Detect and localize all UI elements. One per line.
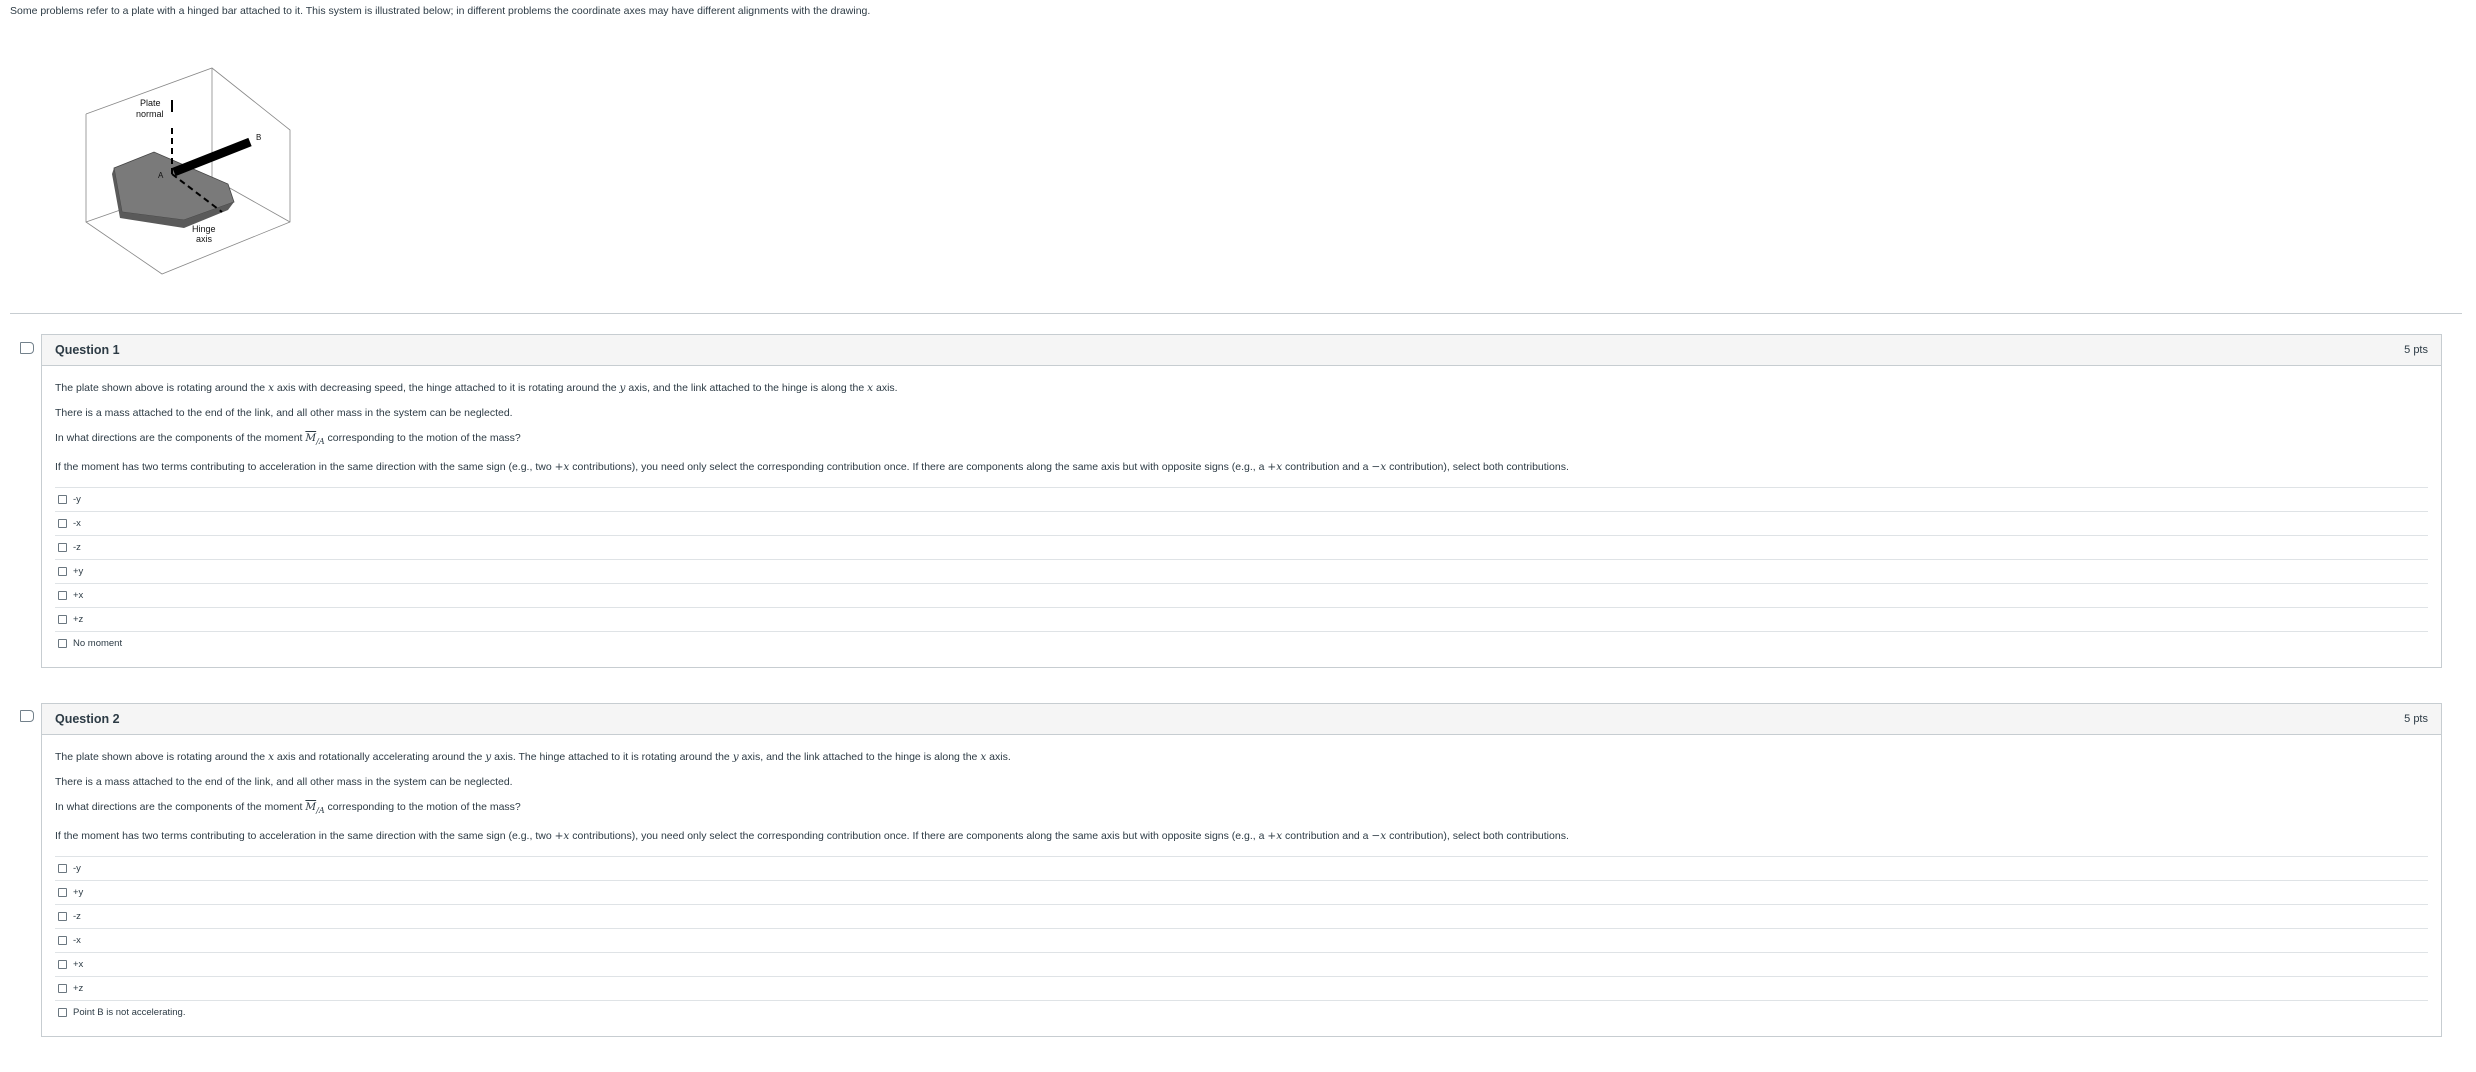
checkbox-icon[interactable] — [58, 912, 67, 922]
answer-option[interactable]: -z — [55, 905, 2428, 930]
question-text: The plate shown above is rotating around… — [55, 382, 1569, 474]
intro-text: Some problems refer to a plate with a hi… — [10, 5, 871, 17]
checkbox-icon[interactable] — [58, 495, 67, 505]
answer-option[interactable]: +y — [55, 881, 2428, 906]
question-1: Question 1 5 pts The plate shown above i… — [41, 334, 2442, 669]
answer-option[interactable]: -x — [55, 929, 2428, 954]
answer-option[interactable]: No moment — [55, 632, 2428, 655]
checkbox-icon[interactable] — [58, 888, 67, 898]
answer-option[interactable]: Point B is not accelerating. — [55, 1001, 2428, 1024]
question-title: Question 1 — [55, 343, 120, 357]
question-points: 5 pts — [2404, 344, 2428, 356]
question-text: The plate shown above is rotating around… — [55, 751, 1569, 843]
answer-option[interactable]: +z — [55, 977, 2428, 1002]
question-2-header: Question 2 5 pts — [42, 704, 2441, 735]
plate-normal-label-2: normal — [136, 109, 164, 119]
checkbox-icon[interactable] — [58, 591, 67, 601]
checkbox-icon[interactable] — [58, 864, 67, 874]
question-1-header: Question 1 5 pts — [42, 335, 2441, 366]
checkbox-icon[interactable] — [58, 984, 67, 994]
checkbox-icon[interactable] — [58, 960, 67, 970]
checkbox-icon[interactable] — [58, 639, 67, 649]
point-a-label: A — [158, 171, 164, 180]
checkbox-icon[interactable] — [58, 1008, 67, 1018]
answer-list: -y +y -z -x +x +z Point B is not acceler… — [55, 856, 2428, 1024]
checkbox-icon[interactable] — [58, 519, 67, 529]
answer-option[interactable]: -z — [55, 536, 2428, 561]
plate-normal-label-1: Plate — [140, 98, 161, 108]
checkbox-icon[interactable] — [58, 543, 67, 553]
answer-option[interactable]: +y — [55, 560, 2428, 585]
plate-hinge-figure: Plate normal Hinge axis A B — [85, 67, 291, 275]
checkbox-icon[interactable] — [58, 936, 67, 946]
checkbox-icon[interactable] — [58, 567, 67, 577]
answer-option[interactable]: -y — [55, 488, 2428, 513]
flag-question-1-icon[interactable] — [20, 342, 34, 354]
answer-option[interactable]: +z — [55, 608, 2428, 633]
question-title: Question 2 — [55, 712, 120, 726]
answer-option[interactable]: -x — [55, 512, 2428, 537]
answer-list: -y -x -z +y +x +z No moment — [55, 487, 2428, 655]
answer-option[interactable]: +x — [55, 584, 2428, 609]
question-points: 5 pts — [2404, 713, 2428, 725]
answer-option[interactable]: -y — [55, 857, 2428, 882]
point-b-label: B — [256, 133, 261, 142]
answer-option[interactable]: +x — [55, 953, 2428, 978]
question-2: Question 2 5 pts The plate shown above i… — [41, 703, 2442, 1038]
flag-question-2-icon[interactable] — [20, 710, 34, 722]
section-divider — [10, 313, 2462, 314]
hinge-axis-label-2: axis — [196, 234, 213, 244]
hinge-axis-label-1: Hinge — [192, 224, 216, 234]
checkbox-icon[interactable] — [58, 615, 67, 625]
